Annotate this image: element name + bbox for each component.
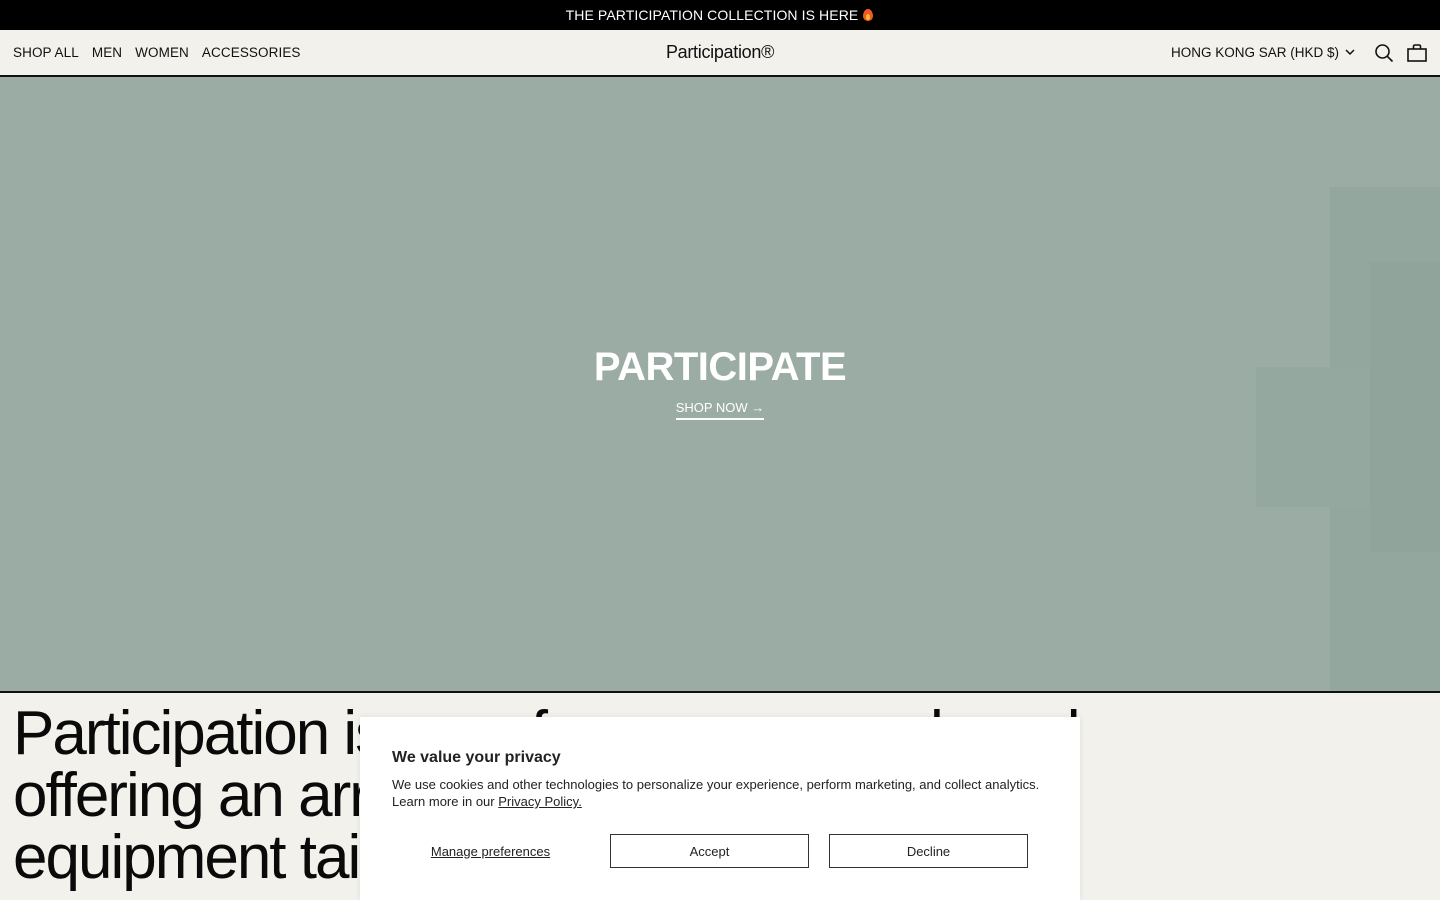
search-button[interactable] — [1373, 42, 1395, 64]
header-utilities: HONG KONG SAR (HKD $) — [1171, 30, 1428, 75]
hero-banner: PARTICIPATE SHOP NOW → — [0, 77, 1440, 691]
announcement-bar[interactable]: THE PARTICIPATION COLLECTION IS HERE — [0, 0, 1440, 30]
accept-button[interactable]: Accept — [610, 834, 809, 868]
currency-label: HONG KONG SAR (HKD $) — [1170, 45, 1339, 60]
hero-content: PARTICIPATE SHOP NOW → — [0, 345, 1440, 420]
hero-title: PARTICIPATE — [593, 345, 847, 389]
nav-women[interactable]: WOMEN — [135, 45, 189, 60]
decline-button[interactable]: Decline — [829, 834, 1028, 868]
nav-accessories[interactable]: ACCESSORIES — [202, 45, 301, 60]
privacy-policy-link[interactable]: Privacy Policy. — [498, 794, 582, 809]
currency-selector[interactable]: HONG KONG SAR (HKD $) — [1171, 45, 1355, 60]
main-nav: SHOP ALL MEN WOMEN ACCESSORIES — [13, 30, 301, 75]
cookie-body-text: We use cookies and other technologies to… — [392, 777, 1040, 809]
divider — [0, 691, 1440, 693]
cookie-banner: We value your privacy We use cookies and… — [360, 717, 1080, 900]
fire-icon — [862, 8, 874, 22]
site-header: SHOP ALL MEN WOMEN ACCESSORIES Participa… — [0, 30, 1440, 77]
bag-icon — [1407, 43, 1427, 62]
site-logo[interactable]: Participation® — [666, 42, 774, 63]
nav-shop-all[interactable]: SHOP ALL — [13, 45, 79, 60]
shop-now-link[interactable]: SHOP NOW → — [675, 400, 765, 420]
cookie-actions: Manage preferences Accept Decline — [392, 834, 1028, 868]
search-icon — [1375, 43, 1394, 62]
nav-men[interactable]: MEN — [92, 45, 122, 60]
chevron-down-icon — [1345, 49, 1355, 56]
announcement-text: THE PARTICIPATION COLLECTION IS HERE — [565, 7, 859, 23]
cookie-title: We value your privacy — [392, 749, 561, 766]
cart-button[interactable] — [1406, 42, 1428, 64]
cookie-body: We use cookies and other technologies to… — [392, 776, 1048, 810]
manage-preferences-link[interactable]: Manage preferences — [392, 834, 589, 868]
